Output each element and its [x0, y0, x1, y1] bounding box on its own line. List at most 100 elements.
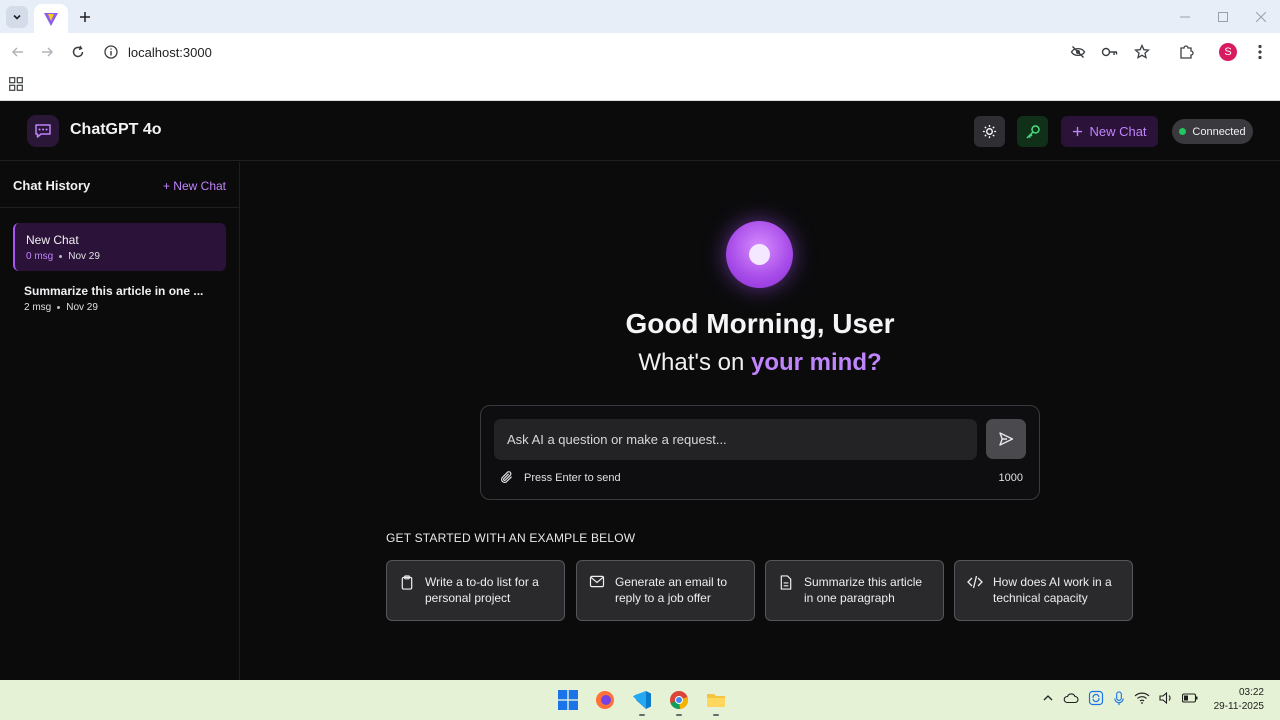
example-card[interactable]: Write a to-do list for a personal projec… — [386, 560, 565, 621]
char-counter: 1000 — [998, 472, 1023, 484]
browser-menu-button[interactable] — [1248, 40, 1272, 64]
volume-icon[interactable] — [1159, 692, 1173, 704]
star-icon — [1134, 44, 1150, 59]
firefox-icon — [596, 691, 614, 709]
browser-tab-strip — [0, 0, 1280, 33]
chat-meta: 0 msg Nov 29 — [26, 251, 215, 262]
new-tab-button[interactable] — [74, 6, 96, 28]
chrome-icon — [670, 691, 689, 710]
theme-toggle-button[interactable] — [974, 116, 1005, 147]
taskbar-apps — [552, 684, 732, 716]
sync-icon[interactable] — [1088, 690, 1104, 706]
browser-tab[interactable] — [34, 4, 68, 33]
sidebar-new-chat-link[interactable]: + New Chat — [163, 179, 226, 193]
clock-date: 29-11-2025 — [1213, 701, 1264, 712]
vite-logo-icon — [44, 12, 58, 26]
bookmarks-bar — [0, 71, 1280, 101]
tab-search-button[interactable] — [6, 6, 28, 28]
toolbar-actions: S — [1066, 40, 1272, 64]
more-vertical-icon — [1258, 44, 1262, 60]
site-info-icon[interactable] — [104, 45, 118, 59]
status-badge: Connected — [1172, 119, 1253, 144]
sidebar-header: Chat History + New Chat — [0, 162, 239, 208]
running-indicator — [676, 714, 682, 716]
back-button[interactable] — [7, 41, 29, 63]
example-card[interactable]: Generate an email to reply to a job offe… — [576, 560, 755, 621]
browser-toolbar: localhost:3000 S — [0, 33, 1280, 71]
header-new-chat-button[interactable]: New Chat — [1061, 116, 1158, 147]
profile-button[interactable]: S — [1216, 40, 1240, 64]
folder-icon — [707, 694, 725, 707]
minimize-icon — [1180, 16, 1190, 17]
chat-bubble-icon — [35, 124, 51, 138]
taskbar-clock[interactable]: 03:22 29-11-2025 — [1214, 686, 1264, 714]
minimize-button[interactable] — [1166, 0, 1204, 33]
plus-icon — [80, 12, 90, 22]
attach-button[interactable] — [499, 470, 514, 490]
address-bar[interactable]: localhost:3000 — [104, 41, 212, 63]
chevron-down-icon — [13, 14, 21, 20]
message-input[interactable] — [494, 419, 977, 460]
chat-history-item[interactable]: Summarize this article in one ... 2 msg … — [13, 274, 226, 322]
send-icon — [999, 432, 1014, 446]
example-card[interactable]: Summarize this article in one paragraph — [765, 560, 944, 621]
greeting-heading: Good Morning, User — [625, 308, 895, 339]
orb-core — [749, 244, 770, 265]
app-title: ChatGPT 4o — [70, 121, 162, 138]
clipboard-icon — [401, 575, 413, 590]
forward-button[interactable] — [36, 41, 58, 63]
running-indicator — [639, 714, 645, 716]
running-indicator — [713, 714, 719, 716]
puzzle-icon — [1180, 45, 1194, 59]
eye-off-icon — [1070, 46, 1086, 58]
api-key-button[interactable] — [1017, 116, 1048, 147]
system-tray — [1042, 690, 1198, 706]
document-icon — [780, 575, 792, 590]
os-taskbar: 03:22 29-11-2025 — [0, 680, 1280, 720]
chat-title: Summarize this article in one ... — [24, 284, 204, 298]
code-icon — [967, 575, 983, 589]
separator-dot — [57, 306, 61, 309]
wifi-icon[interactable] — [1134, 692, 1150, 704]
reload-icon — [72, 45, 84, 58]
chat-history-item[interactable]: New Chat 0 msg Nov 29 — [13, 223, 226, 271]
microphone-icon[interactable] — [1113, 690, 1125, 706]
main-panel: Good Morning, User What's on your mind? … — [240, 162, 1280, 680]
battery-icon[interactable] — [1182, 693, 1198, 703]
avatar: S — [1219, 43, 1237, 61]
vscode-app[interactable] — [626, 684, 658, 716]
tracking-protection-button[interactable] — [1066, 40, 1090, 64]
extensions-button[interactable] — [1174, 40, 1198, 64]
separator-dot — [59, 255, 63, 258]
send-button[interactable] — [986, 419, 1026, 459]
file-explorer-app[interactable] — [700, 684, 732, 716]
reload-button[interactable] — [67, 41, 89, 63]
example-card[interactable]: How does AI work in a technical capacity — [954, 560, 1133, 621]
chevron-up-icon[interactable] — [1042, 692, 1054, 704]
close-window-button[interactable] — [1242, 0, 1280, 33]
plus-icon — [1073, 126, 1083, 137]
bookmark-star-button[interactable] — [1130, 40, 1154, 64]
key-icon — [1025, 124, 1040, 139]
password-manager-button[interactable] — [1098, 40, 1122, 64]
chat-date: Nov 29 — [66, 302, 98, 313]
apps-grid-icon[interactable] — [9, 77, 23, 91]
status-text: Connected — [1192, 125, 1246, 138]
chat-title: New Chat — [26, 233, 79, 247]
key-icon — [1101, 47, 1118, 57]
clock-time: 03:22 — [1238, 687, 1264, 698]
vscode-icon — [633, 691, 651, 709]
mail-icon — [589, 575, 605, 588]
paperclip-icon — [501, 471, 512, 483]
chat-app: ChatGPT 4o New Chat Connected Chat Histo… — [0, 101, 1280, 680]
sun-icon — [982, 124, 997, 139]
start-button[interactable] — [552, 684, 584, 716]
greeting-subtitle: What's on your mind? — [240, 349, 1280, 377]
chat-date: Nov 29 — [68, 251, 100, 262]
chrome-app[interactable] — [663, 684, 695, 716]
firefox-app[interactable] — [589, 684, 621, 716]
cloud-icon[interactable] — [1063, 692, 1079, 704]
maximize-button[interactable] — [1204, 0, 1242, 33]
subtitle-highlight: your mind? — [750, 349, 882, 376]
example-text: How does AI work in a technical capacity — [993, 575, 1112, 605]
